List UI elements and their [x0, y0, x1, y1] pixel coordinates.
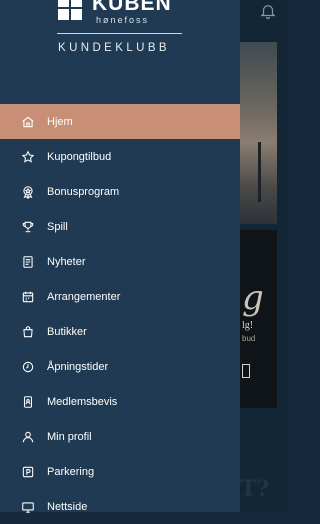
logo-divider	[57, 33, 182, 34]
lamp-shape	[258, 142, 261, 202]
parking-icon	[20, 464, 36, 480]
user-icon	[20, 429, 36, 445]
background-offer-card[interactable]: g lg! bud	[240, 230, 277, 408]
menu-item-label: Arrangementer	[47, 290, 121, 303]
menu-item-butikker[interactable]: Butikker	[0, 314, 240, 349]
menu-item-label: Parkering	[47, 465, 95, 478]
clock-icon	[20, 359, 36, 375]
kuben-logo: KUBEN hønefoss	[56, 0, 186, 40]
menu-item-label: Min profil	[47, 430, 92, 443]
menu-item-spill[interactable]: Spill	[0, 209, 240, 244]
id-card-icon	[20, 394, 36, 410]
menu-item-label: Spill	[47, 220, 68, 233]
home-icon	[20, 114, 36, 130]
logo-subtext: hønefoss	[96, 15, 150, 25]
logo-mark-icon	[58, 0, 82, 20]
award-icon	[20, 184, 36, 200]
menu-item-nyheter[interactable]: Nyheter	[0, 244, 240, 279]
trophy-icon	[20, 219, 36, 235]
menu-item-nettside[interactable]: Nettside	[0, 489, 240, 524]
news-icon	[20, 254, 36, 270]
menu-item-medlemsbevis[interactable]: Medlemsbevis	[0, 384, 240, 419]
menu-item-hjem[interactable]: Hjem	[0, 104, 240, 139]
menu-item-parkering[interactable]: Parkering	[0, 454, 240, 489]
menu-item-min-profil[interactable]: Min profil	[0, 419, 240, 454]
menu-item-label: Bonusprogram	[47, 185, 120, 198]
background-photo[interactable]	[240, 42, 277, 224]
menu-item-label: Butikker	[47, 325, 87, 338]
shopping-bag-icon	[20, 324, 36, 340]
menu-item-kupongtilbud[interactable]: Kupongtilbud	[0, 139, 240, 174]
navigation-drawer: KUBEN hønefoss KUNDEKLUBB Hjem Kupongtil…	[0, 0, 240, 513]
calendar-icon	[20, 289, 36, 305]
background-card-line2: bud	[242, 334, 256, 343]
menu-item-label: Hjem	[47, 115, 73, 128]
star-icon	[20, 149, 36, 165]
background-card-line1: lg!	[242, 320, 254, 331]
monitor-icon	[20, 499, 36, 515]
background-script-text: g	[242, 278, 264, 318]
menu-item-bonusprogram[interactable]: Bonusprogram	[0, 174, 240, 209]
bell-icon[interactable]	[259, 2, 277, 20]
menu-list: Hjem Kupongtilbud Bonusprogram Spill Nyh…	[0, 104, 240, 524]
club-title: KUNDEKLUBB	[58, 42, 170, 54]
background-big-text: T?	[240, 476, 270, 502]
menu-item-label: Åpningstider	[47, 360, 109, 373]
menu-item-label: Medlemsbevis	[47, 395, 118, 408]
menu-item-apningstider[interactable]: Åpningstider	[0, 349, 240, 384]
menu-item-label: Kupongtilbud	[47, 150, 112, 163]
menu-item-label: Nettside	[47, 500, 88, 513]
background-card-button[interactable]	[242, 364, 250, 378]
logo-text: KUBEN	[92, 0, 172, 15]
menu-item-label: Nyheter	[47, 255, 86, 268]
menu-item-arrangementer[interactable]: Arrangementer	[0, 279, 240, 314]
